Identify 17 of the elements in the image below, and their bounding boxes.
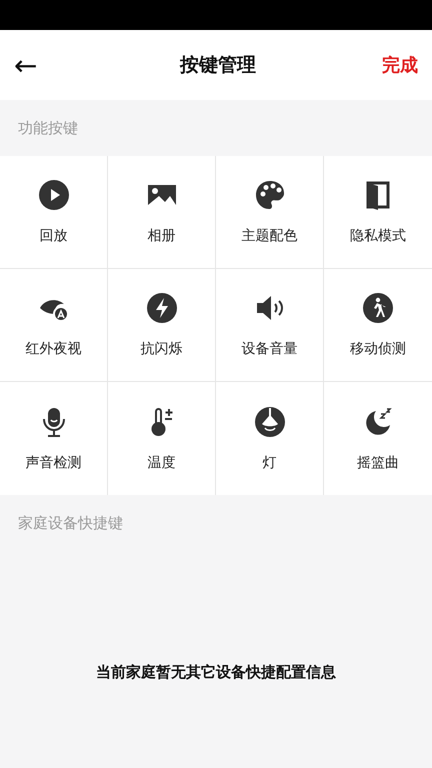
back-button[interactable]: ←: [14, 48, 54, 82]
function-key[interactable]: 红外夜视: [0, 269, 108, 382]
done-button[interactable]: 完成: [382, 53, 418, 77]
page-title: 按键管理: [180, 53, 256, 78]
function-key[interactable]: 设备音量: [216, 269, 324, 382]
function-key[interactable]: 相册: [108, 156, 216, 269]
function-key[interactable]: 抗闪烁: [108, 269, 216, 382]
empty-message: 当前家庭暂无其它设备快捷配置信息: [95, 663, 337, 682]
function-key[interactable]: 主题配色: [216, 156, 324, 269]
lamp-icon: [254, 406, 286, 438]
section-title: 功能按键: [17, 118, 79, 139]
lightning-icon: [146, 292, 178, 324]
play-icon: [38, 179, 70, 211]
palette-icon: [254, 179, 286, 211]
function-key[interactable]: 回放: [0, 156, 108, 269]
section-title: 家庭设备快捷键: [17, 513, 124, 534]
walking-person-icon: [362, 292, 394, 324]
